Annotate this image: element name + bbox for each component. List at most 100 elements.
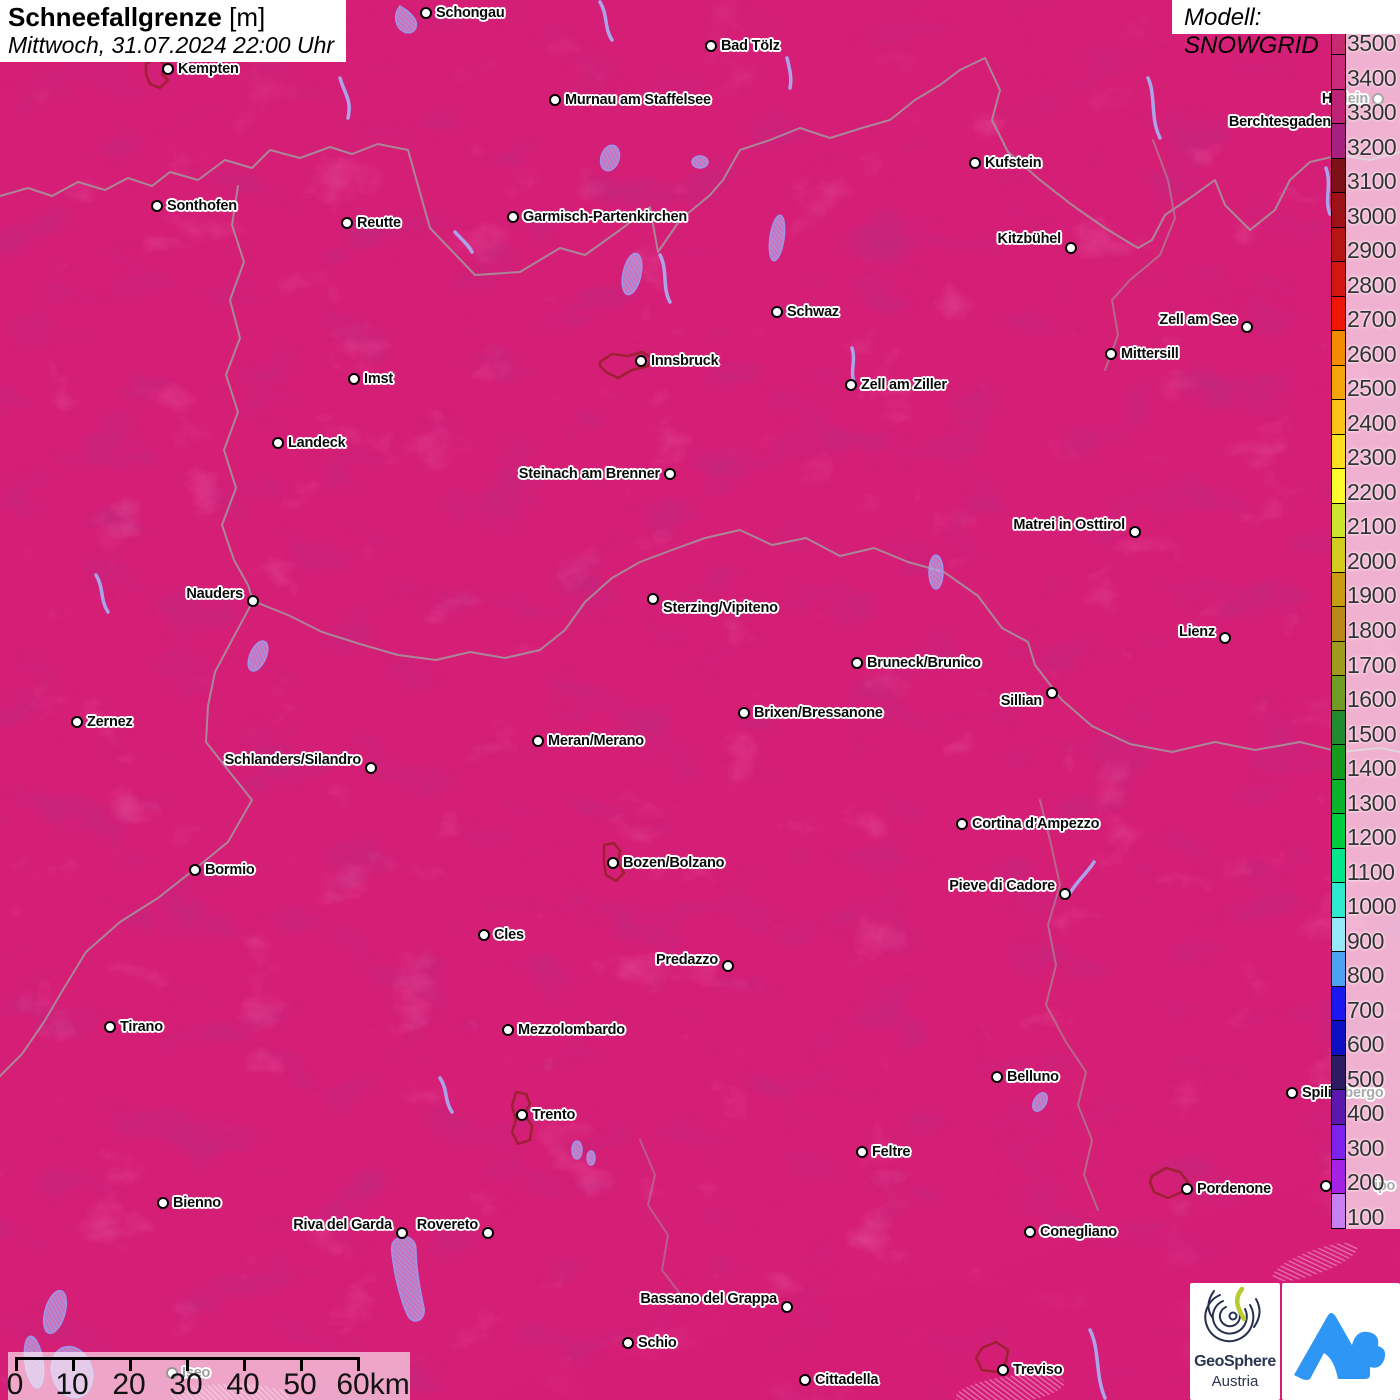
colorbar-tick-label: 2600 bbox=[1347, 340, 1397, 367]
colorbar-segment bbox=[1332, 814, 1345, 849]
city-dot bbox=[1180, 1182, 1193, 1195]
city-label: Kufstein bbox=[985, 155, 1042, 171]
colorbar-segment bbox=[1332, 1021, 1345, 1056]
city-dot bbox=[150, 199, 163, 212]
geosphere-logo-line1: GeoSphere bbox=[1194, 1353, 1276, 1370]
city-dot bbox=[246, 594, 259, 607]
colorbar-tick-label: 1200 bbox=[1347, 824, 1397, 851]
city-label: Schongau bbox=[436, 5, 505, 21]
colorbar-segment bbox=[1332, 262, 1345, 297]
colorbar-segment bbox=[1332, 55, 1345, 90]
colorbar-tick-label: 1600 bbox=[1347, 686, 1397, 713]
city-label: Riva del Garda bbox=[293, 1217, 392, 1233]
colorbar-segment bbox=[1332, 434, 1345, 470]
colorbar-segment bbox=[1332, 227, 1345, 263]
colorbar-tick-label: 300 bbox=[1347, 1134, 1384, 1161]
colorbar-tick-label: 100 bbox=[1347, 1204, 1384, 1231]
city-dot bbox=[1319, 1179, 1332, 1192]
colorbar-segment bbox=[1332, 124, 1345, 159]
colorbar-segment bbox=[1332, 365, 1345, 401]
city-label: Conegliano bbox=[1040, 1224, 1117, 1240]
colorbar-segment bbox=[1332, 676, 1345, 711]
city-label: Bormio bbox=[205, 862, 255, 878]
city-label: Zernez bbox=[87, 714, 133, 730]
colorbar-tick-label: 2400 bbox=[1347, 409, 1397, 436]
city-dot bbox=[646, 592, 659, 605]
title-unit: [m] bbox=[229, 2, 266, 32]
snowfall-limit-map: Schongau Bad Tölz Kempten Murnau am Staffel… bbox=[0, 0, 1400, 1400]
city-label: Steinach am Brenner bbox=[518, 466, 660, 482]
colorbar-segment bbox=[1332, 1124, 1345, 1160]
colorbar-segment bbox=[1332, 1090, 1345, 1125]
colorbar-segment bbox=[1332, 917, 1345, 953]
city-label: Zell am See bbox=[1159, 312, 1237, 328]
city-dot bbox=[621, 1336, 634, 1349]
colorbar-segment bbox=[1332, 400, 1345, 435]
colorbar-tick-label: 1100 bbox=[1347, 858, 1395, 885]
city-dot bbox=[955, 817, 968, 830]
colorbar-tick-label: 3200 bbox=[1347, 133, 1397, 160]
colorbar-tick-label: 1900 bbox=[1347, 582, 1397, 609]
city-label: Bad Tölz bbox=[721, 38, 780, 54]
scale-number: 50 bbox=[283, 1368, 317, 1400]
city-dot bbox=[501, 1023, 514, 1036]
city-label: Cortina d'Ampezzo bbox=[972, 816, 1100, 832]
colorbar-tick-label: 900 bbox=[1347, 927, 1384, 954]
colorbar-tick-label: 2700 bbox=[1347, 306, 1397, 333]
city-dot bbox=[1218, 631, 1231, 644]
city-label: Zell am Ziller bbox=[861, 377, 947, 393]
city-dot bbox=[663, 467, 676, 480]
city-dot bbox=[634, 354, 647, 367]
colorbar-tick-label: 2500 bbox=[1347, 375, 1397, 402]
city-label: Landeck bbox=[288, 435, 346, 451]
colorbar-tick-label: 1500 bbox=[1347, 720, 1397, 747]
city-dot bbox=[70, 715, 83, 728]
city-dot bbox=[419, 6, 432, 19]
page-title: Schneefallgrenze [m] bbox=[8, 3, 346, 32]
city-dot bbox=[347, 372, 360, 385]
colorbar-segment bbox=[1332, 296, 1345, 332]
city-dot bbox=[103, 1020, 116, 1033]
colorbar-tick-label: 1300 bbox=[1347, 789, 1397, 816]
city-dot bbox=[1023, 1225, 1036, 1238]
colorbar-segment bbox=[1332, 538, 1345, 573]
colorbar-segment bbox=[1332, 89, 1345, 125]
city-dot bbox=[481, 1226, 494, 1239]
city-label: Lienz bbox=[1178, 624, 1215, 640]
city-label: Pordenone bbox=[1197, 1181, 1271, 1197]
city-label: Feltre bbox=[872, 1144, 911, 1160]
colorbar-segment bbox=[1332, 641, 1345, 677]
city-dot bbox=[156, 1196, 169, 1209]
city-label: Bozen/Bolzano bbox=[623, 855, 725, 871]
city-dot bbox=[770, 305, 783, 318]
geosphere-logo-line2: Austria bbox=[1211, 1373, 1259, 1390]
colorbar-tick-label: 1000 bbox=[1347, 893, 1397, 920]
city-dot bbox=[721, 959, 734, 972]
colorbar-tick-label: 400 bbox=[1347, 1100, 1384, 1127]
colorbar-segment bbox=[1332, 710, 1345, 746]
city-dot bbox=[1128, 525, 1141, 538]
city-label: Bienno bbox=[173, 1195, 221, 1211]
city-label: Reutte bbox=[357, 215, 401, 231]
colorbar-tick-label: 3100 bbox=[1347, 168, 1397, 195]
colorbar bbox=[1331, 33, 1346, 1229]
city-label: Bassano del Grappa bbox=[640, 1291, 777, 1307]
colorbar-tick-label: 3000 bbox=[1347, 202, 1397, 229]
colorbar-segment bbox=[1332, 1159, 1345, 1195]
colorbar-segment bbox=[1332, 952, 1345, 987]
colorbar-segment bbox=[1332, 607, 1345, 642]
city-label: Cles bbox=[494, 927, 524, 943]
city-label: Bruneck/Brunico bbox=[867, 655, 981, 671]
colorbar-segment bbox=[1332, 331, 1345, 366]
colorbar-segment bbox=[1332, 883, 1345, 918]
colorbar-segment bbox=[1332, 469, 1345, 504]
colorbar-tick-label: 200 bbox=[1347, 1169, 1384, 1196]
city-label: Berchtesgaden bbox=[1228, 114, 1331, 130]
city-dot bbox=[704, 39, 717, 52]
title-text: Schneefallgrenze bbox=[8, 2, 222, 32]
colorbar-segment bbox=[1332, 503, 1345, 539]
city-label: Mittersill bbox=[1121, 346, 1179, 362]
city-label: Sterzing/Vipiteno bbox=[663, 600, 778, 616]
city-dot bbox=[968, 156, 981, 169]
colorbar-tick-label: 2900 bbox=[1347, 237, 1397, 264]
